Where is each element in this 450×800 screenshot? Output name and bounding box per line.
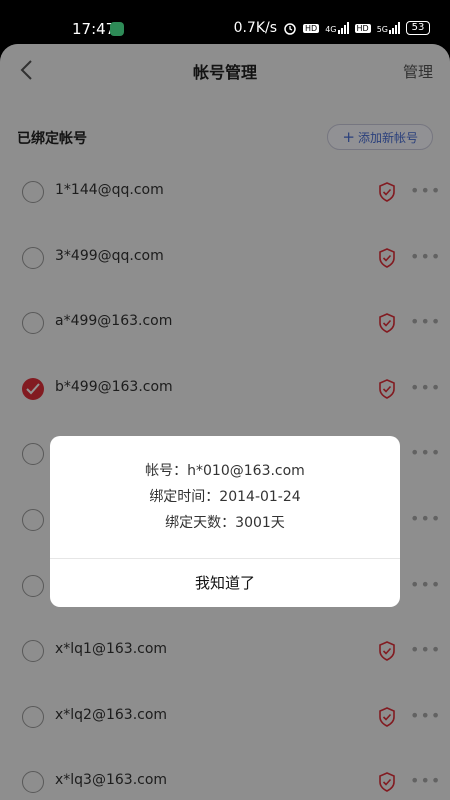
- hd-badge-2: HD: [354, 23, 371, 33]
- signal-5g-icon: 5G: [377, 22, 400, 34]
- network-speed: 0.7K/s: [233, 20, 278, 36]
- account-info-dialog: 帐号：h*010@163.com 绑定时间：2014-01-24 绑定天数：30…: [50, 436, 400, 607]
- status-bar: 17:47 0.7K/s HD 4G HD 5G 53: [0, 0, 450, 44]
- alarm-icon: [284, 23, 296, 35]
- battery-icon: 53: [406, 21, 430, 35]
- signal-4g-icon: 4G: [325, 22, 349, 34]
- app-notification-icon: [110, 22, 124, 36]
- net-label-5g: 5G: [376, 25, 388, 34]
- modal-overlay: [0, 44, 450, 800]
- net-label-4g: 4G: [325, 25, 337, 34]
- dialog-bind-time-line: 绑定时间：2014-01-24: [149, 489, 301, 505]
- dialog-confirm-button[interactable]: 我知道了: [50, 559, 400, 607]
- dialog-account-line: 帐号：h*010@163.com: [145, 463, 305, 479]
- hd-badge-1: HD: [303, 23, 320, 33]
- status-time: 17:47: [72, 20, 116, 38]
- status-right: 0.7K/s HD 4G HD 5G 53: [234, 20, 430, 36]
- dialog-body: 帐号：h*010@163.com 绑定时间：2014-01-24 绑定天数：30…: [50, 436, 400, 558]
- dialog-bind-days-line: 绑定天数：3001天: [165, 515, 285, 531]
